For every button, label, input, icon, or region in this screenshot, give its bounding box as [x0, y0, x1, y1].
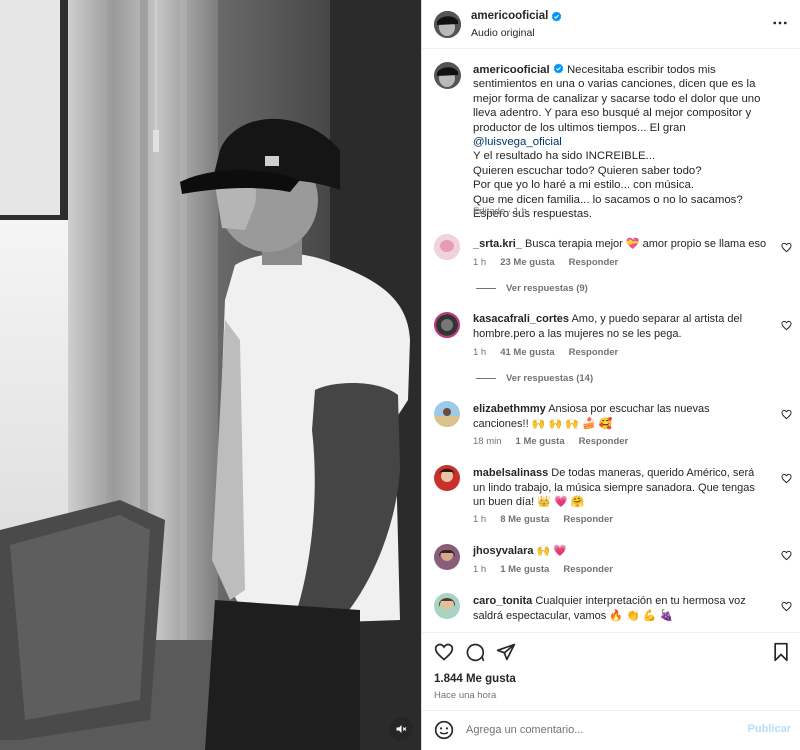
audio-label[interactable]: Audio original — [471, 27, 535, 39]
heart-icon[interactable] — [434, 642, 454, 662]
comment-likes[interactable]: 1 Me gusta — [500, 564, 549, 575]
comment-likes[interactable]: 8 Me gusta — [500, 514, 549, 525]
comment-like-heart-icon[interactable] — [781, 601, 792, 612]
post-comment-button[interactable]: Publicar — [748, 723, 791, 735]
comment-time: 18 min — [473, 436, 502, 447]
comment-reply-button[interactable]: Responder — [563, 564, 613, 575]
commenter-avatar[interactable] — [434, 312, 460, 338]
verified-badge-icon — [553, 63, 564, 74]
comment-likes[interactable]: 41 Me gusta — [500, 347, 554, 358]
comment-likes[interactable]: 1 Me gusta — [516, 436, 565, 447]
comment-username[interactable]: jhosyvalara — [473, 545, 534, 557]
mute-button[interactable] — [389, 717, 413, 741]
mute-icon — [396, 725, 407, 733]
view-replies-button[interactable]: Ver respuestas (14) — [476, 373, 593, 384]
caption-line: Por que yo lo haré a mi estilo... con mú… — [473, 179, 694, 192]
comment-time: 1 h — [473, 564, 487, 575]
comment-like-heart-icon[interactable] — [781, 409, 792, 420]
comment-like-heart-icon[interactable] — [781, 320, 792, 331]
comment-like-heart-icon[interactable] — [781, 242, 792, 253]
comment-reply-button[interactable]: Responder — [569, 347, 619, 358]
post-time: Hace una hora — [434, 690, 497, 701]
caption-line: Y el resultado ha sido INCREIBLE... — [473, 150, 656, 163]
caption-line: Quieren escuchar todo? Quieren saber tod… — [473, 164, 702, 177]
comment-username[interactable]: kasacafrali_cortes — [473, 313, 569, 325]
share-icon[interactable] — [496, 642, 516, 662]
comment-username[interactable]: _srta.kri_ — [473, 238, 522, 250]
post-likes-count[interactable]: 1.844 Me gusta — [434, 673, 516, 685]
post-caption: americooficial Necesitaba escribir todos… — [473, 63, 773, 221]
comment-username[interactable]: elizabethmmy — [473, 403, 546, 415]
comment-username[interactable]: caro_tonita — [473, 595, 532, 607]
comment-time: 1 h — [473, 347, 487, 358]
comment-like-heart-icon[interactable] — [781, 550, 792, 561]
commenter-avatar[interactable] — [434, 234, 460, 260]
comment-like-heart-icon[interactable] — [781, 473, 792, 484]
view-replies-button[interactable]: Ver respuestas (9) — [476, 283, 588, 294]
author-avatar[interactable] — [434, 11, 461, 38]
bookmark-icon[interactable] — [771, 642, 791, 662]
caption-username[interactable]: americooficial — [473, 64, 550, 76]
comment-input[interactable] — [466, 721, 736, 739]
more-options-icon[interactable] — [771, 14, 789, 32]
author-username-row[interactable]: americooficial — [471, 10, 562, 22]
view-replies-label[interactable]: Ver respuestas (14) — [506, 373, 593, 384]
comment-reply-button[interactable]: Responder — [563, 514, 613, 525]
commenter-avatar[interactable] — [434, 593, 460, 619]
comment-likes[interactable]: 23 Me gusta — [500, 257, 554, 268]
verified-badge-icon — [552, 10, 562, 22]
author-username[interactable]: americooficial — [471, 10, 548, 22]
caption-line: Que me dicen familia... lo sacamos o no … — [473, 193, 743, 206]
post-actions-bar: 1.844 Me gusta Hace una hora — [422, 632, 800, 712]
comment-time: 1 h — [473, 257, 487, 268]
comments-scroll-area[interactable]: americooficial Necesitaba escribir todos… — [422, 50, 800, 630]
comment-username[interactable]: mabelsalinass — [473, 467, 548, 479]
comment-text: 🙌 💗 — [533, 545, 568, 557]
post-header: americooficial Audio original — [422, 0, 800, 49]
commenter-avatar[interactable] — [434, 465, 460, 491]
comment-reply-button[interactable]: Responder — [579, 436, 629, 447]
caption-mention-link[interactable]: @luisvega_oficial — [473, 136, 562, 148]
caption-avatar[interactable] — [434, 62, 461, 89]
comment-composer: Publicar — [422, 710, 800, 750]
commenter-avatar[interactable] — [434, 544, 460, 570]
commenter-avatar[interactable] — [434, 401, 460, 427]
post-details-panel: americooficial Audio original americoofi… — [421, 0, 800, 750]
post-photo — [0, 0, 421, 750]
post-media[interactable] — [0, 0, 421, 750]
caption-edited-time: Editado · 1 h — [473, 206, 527, 217]
comment-icon[interactable] — [465, 642, 485, 662]
replies-divider — [476, 378, 496, 379]
replies-divider — [476, 288, 496, 289]
view-replies-label[interactable]: Ver respuestas (9) — [506, 283, 588, 294]
comment-reply-button[interactable]: Responder — [569, 257, 619, 268]
emoji-icon[interactable] — [434, 720, 454, 740]
comment-text: Busca terapia mejor 💝 amor propio se lla… — [521, 238, 767, 250]
comment-time: 1 h — [473, 514, 487, 525]
